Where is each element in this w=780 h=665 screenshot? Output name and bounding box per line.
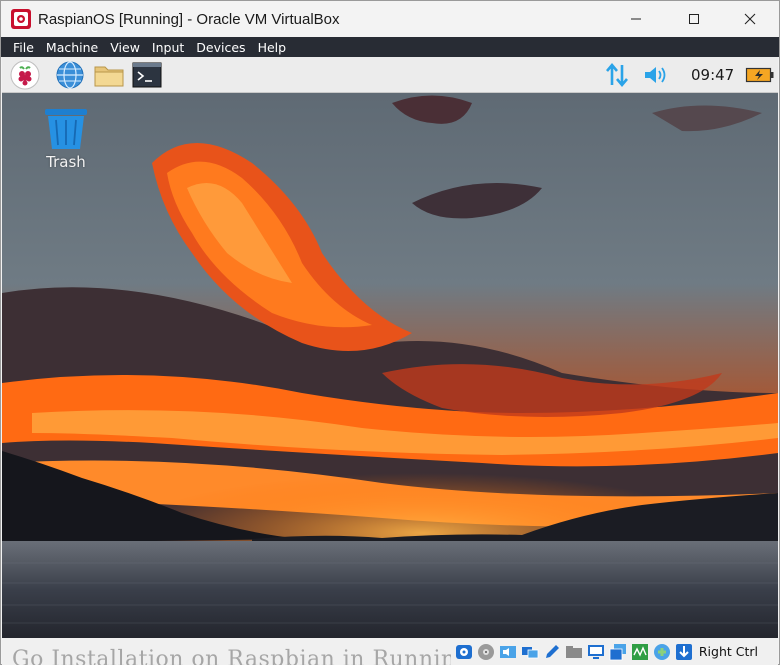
recording-icon[interactable] — [609, 643, 627, 661]
mouse-integration-icon[interactable] — [675, 643, 693, 661]
window-title: RaspianOS [Running] - Oracle VM VirtualB… — [38, 10, 340, 28]
display-icon[interactable] — [587, 643, 605, 661]
shared-folders-icon[interactable] — [565, 643, 583, 661]
virtualbox-window: RaspianOS [Running] - Oracle VM VirtualB… — [0, 0, 780, 665]
file-manager-icon[interactable] — [93, 60, 124, 90]
network-icon[interactable] — [521, 643, 539, 661]
menu-input[interactable]: Input — [146, 40, 190, 55]
virtualbox-app-icon — [10, 8, 32, 30]
menu-view[interactable]: View — [104, 40, 146, 55]
trash-icon — [45, 109, 87, 149]
terminal-icon[interactable] — [132, 60, 162, 90]
cpu-activity-icon[interactable] — [631, 643, 649, 661]
menu-file[interactable]: File — [1, 40, 40, 55]
desktop-wallpaper[interactable]: Trash — [2, 93, 778, 638]
volume-icon[interactable] — [642, 61, 670, 89]
maximize-button[interactable] — [665, 1, 723, 37]
vm-settings-icon[interactable] — [653, 643, 671, 661]
usb-icon[interactable] — [543, 643, 561, 661]
minimize-icon — [631, 18, 641, 20]
web-browser-icon[interactable] — [55, 60, 85, 90]
raspberry-menu-icon[interactable] — [10, 60, 40, 90]
trash-label: Trash — [46, 153, 86, 171]
audio-icon[interactable] — [499, 643, 517, 661]
battery-charging-icon[interactable] — [745, 61, 775, 89]
network-transfer-icon[interactable] — [604, 61, 630, 89]
minimize-button[interactable] — [607, 1, 665, 37]
menu-devices[interactable]: Devices — [190, 40, 251, 55]
optical-drive-icon[interactable] — [477, 643, 495, 661]
status-indicators: Right Ctrl — [450, 638, 778, 665]
maximize-icon — [689, 14, 699, 24]
menu-bar: File Machine View Input Devices Help — [1, 37, 779, 57]
hard-disk-icon[interactable] — [455, 643, 473, 661]
menu-help[interactable]: Help — [252, 40, 293, 55]
vm-status-bar: Go Installation on Raspbian in Running V… — [2, 638, 778, 665]
title-bar[interactable]: RaspianOS [Running] - Oracle VM VirtualB… — [1, 1, 779, 37]
taskbar-panel: 09:47 — [2, 57, 778, 93]
panel-clock[interactable]: 09:47 — [691, 66, 734, 84]
trash-desktop-icon[interactable]: Trash — [38, 107, 94, 171]
menu-machine[interactable]: Machine — [40, 40, 104, 55]
host-key-label[interactable]: Right Ctrl — [699, 644, 758, 659]
close-icon — [744, 13, 756, 25]
sunset-wallpaper-image — [2, 93, 778, 638]
close-button[interactable] — [721, 1, 779, 37]
